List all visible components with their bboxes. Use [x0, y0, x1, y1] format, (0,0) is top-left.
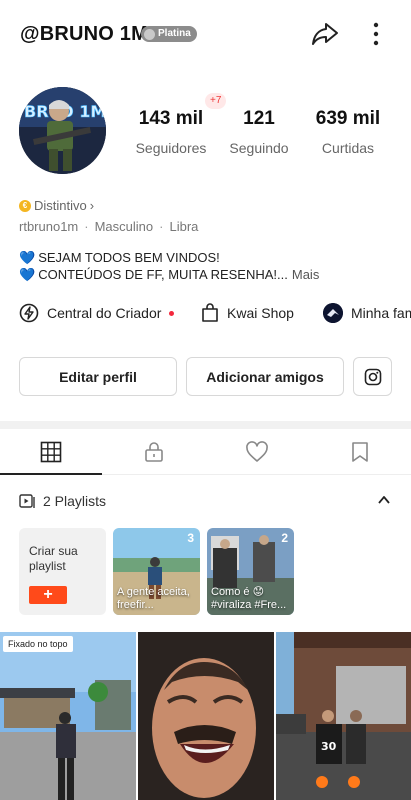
- profile-meta: rtbruno1m · Masculino · Libra: [19, 219, 199, 234]
- avatar-image: BR IO 1M: [19, 87, 106, 174]
- platina-label: Platina: [158, 28, 191, 39]
- platina-badge[interactable]: Platina: [141, 26, 197, 42]
- instagram-icon: [364, 368, 381, 385]
- section-divider: [0, 421, 411, 429]
- bio[interactable]: 💙 SEJAM TODOS BEM VINDOS! 💙 CONTEÚDOS DE F…: [19, 249, 399, 283]
- create-playlist-card[interactable]: Criar sua playlist +: [19, 528, 106, 615]
- video-thumbnail-image: [138, 632, 274, 800]
- create-playlist-label: Criar sua playlist: [29, 544, 78, 573]
- tab-liked[interactable]: [206, 429, 308, 475]
- playlist-card[interactable]: 3 A gente aceita, freefir...: [113, 528, 200, 615]
- share-button[interactable]: [310, 20, 340, 48]
- family-link[interactable]: Minha família: [323, 300, 411, 326]
- family-avatar: [323, 303, 343, 323]
- share-arrow-icon: [312, 23, 338, 45]
- chevron-right-icon: ›: [89, 198, 95, 213]
- playlist-card[interactable]: 2 Como é 😟 #viraliza #Fre...: [207, 528, 294, 615]
- following-label: Seguindo: [229, 140, 289, 156]
- followers-count: 143 mil: [138, 108, 204, 129]
- following-count: 121: [243, 108, 275, 129]
- tab-private[interactable]: [103, 429, 205, 475]
- new-followers-badge: +7: [205, 93, 227, 109]
- bio-line-1: SEJAM TODOS BEM VINDOS!: [38, 250, 220, 265]
- followers-label: Seguidores: [135, 140, 207, 156]
- quick-links: Central do Criador Kwai Shop Minha famíl…: [0, 300, 411, 326]
- more-vertical-icon: [373, 22, 379, 46]
- playlist-caption: Como é 😟 #viraliza #Fre...: [211, 586, 287, 611]
- playlists-header[interactable]: 2 Playlists: [19, 490, 393, 512]
- kwai-shop-label: Kwai Shop: [227, 305, 294, 321]
- tab-saved[interactable]: [309, 429, 411, 475]
- username: @BRUNO 1M: [20, 23, 148, 45]
- grid-icon: [40, 441, 62, 463]
- chevron-up-icon[interactable]: [377, 493, 391, 507]
- video-thumbnail[interactable]: [138, 632, 274, 800]
- playlist-count: 3: [187, 531, 194, 545]
- profile-avatar[interactable]: BR IO 1M: [19, 87, 106, 174]
- playlists-title: 2 Playlists: [43, 493, 107, 509]
- svg-text:30: 30: [321, 740, 337, 753]
- likes-stat[interactable]: 639 mil Curtidas: [312, 108, 384, 156]
- add-friends-button[interactable]: Adicionar amigos: [186, 357, 344, 396]
- coin-icon: €: [19, 199, 31, 212]
- platina-icon: [144, 28, 155, 40]
- likes-count: 639 mil: [315, 108, 381, 129]
- followers-stat[interactable]: 143 mil Seguidores: [130, 108, 212, 156]
- kwai-shop-link[interactable]: Kwai Shop: [201, 300, 294, 326]
- following-stat[interactable]: 121 Seguindo: [226, 108, 292, 156]
- creator-center-link[interactable]: Central do Criador: [19, 300, 175, 326]
- lock-icon: [145, 442, 163, 462]
- distintivo-link[interactable]: € Distintivo ›: [19, 198, 94, 213]
- blue-heart-icon: 💙: [19, 250, 36, 265]
- video-grid: Fixado no topo 30: [0, 632, 411, 800]
- notification-dot: [169, 310, 175, 316]
- lightning-icon: [19, 303, 39, 323]
- content-tabs: [0, 429, 411, 475]
- distintivo-label: Distintivo: [34, 198, 87, 213]
- video-thumbnail-image: [0, 632, 136, 800]
- heart-icon: [246, 441, 268, 462]
- zodiac: Libra: [169, 219, 199, 234]
- bio-more-link[interactable]: Mais: [292, 267, 319, 282]
- edit-profile-button[interactable]: Editar perfil: [19, 357, 177, 396]
- video-thumbnail[interactable]: 30: [276, 632, 411, 800]
- playlist-icon: [19, 494, 35, 508]
- video-thumbnail-image: 30: [276, 632, 411, 800]
- more-options-button[interactable]: [364, 20, 388, 48]
- blue-heart-icon: 💙: [19, 267, 36, 282]
- shopping-bag-icon: [202, 303, 218, 322]
- gender: Masculino: [94, 219, 154, 234]
- tab-videos[interactable]: [0, 429, 102, 475]
- handle: rtbruno1m: [19, 219, 79, 234]
- create-playlist-button[interactable]: +: [29, 586, 67, 604]
- bio-line-2: CONTEÚDOS DE FF, MUITA RESENHA!...: [38, 267, 288, 282]
- top-bar: @BRUNO 1M Platina: [0, 0, 411, 70]
- playlist-caption: A gente aceita, freefir...: [117, 586, 190, 611]
- instagram-button[interactable]: [353, 357, 392, 396]
- creator-center-label: Central do Criador: [47, 305, 162, 321]
- pinned-label: Fixado no topo: [3, 636, 73, 652]
- likes-label: Curtidas: [321, 140, 375, 156]
- active-tab-indicator: [0, 473, 102, 475]
- video-thumbnail[interactable]: Fixado no topo: [0, 632, 136, 800]
- bookmark-icon: [352, 442, 368, 462]
- family-label: Minha família: [351, 305, 411, 321]
- playlist-count: 2: [281, 531, 288, 545]
